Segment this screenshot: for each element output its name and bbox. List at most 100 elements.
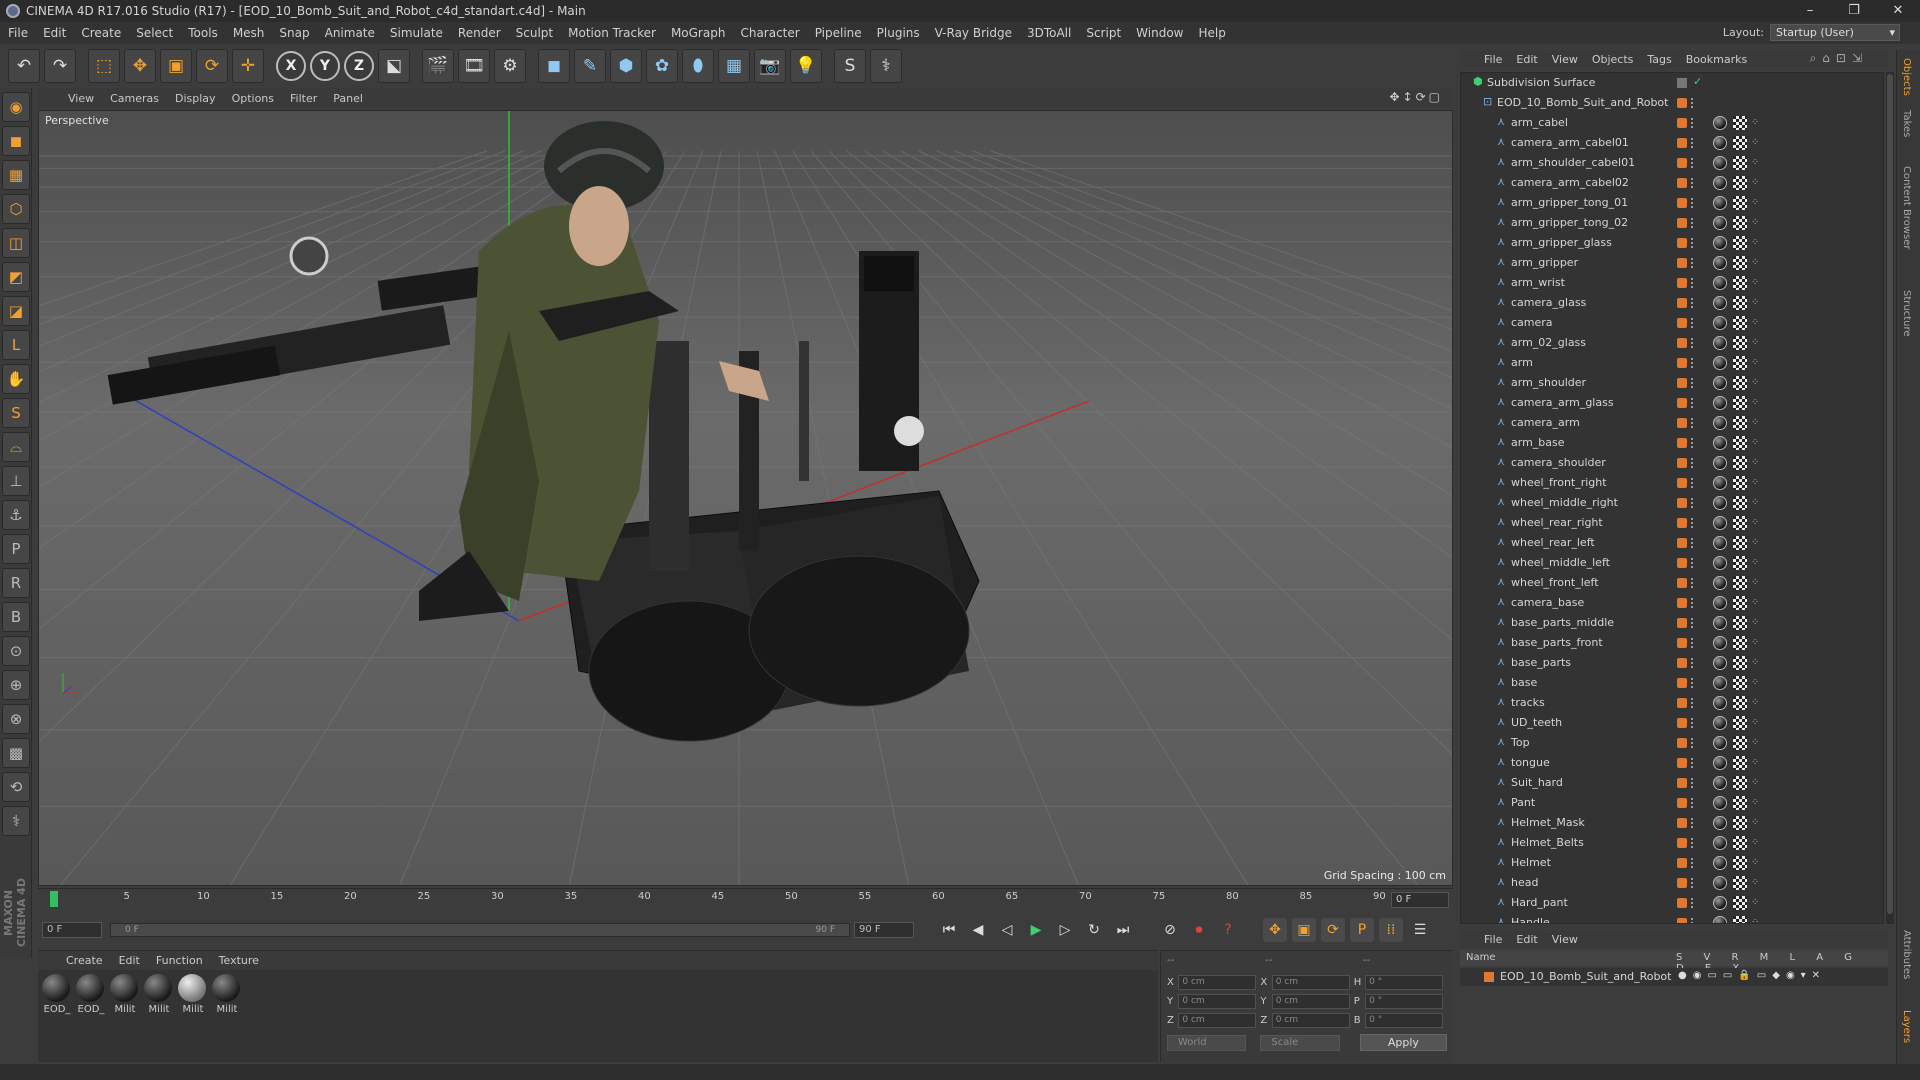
- material-tag-icon[interactable]: [1713, 856, 1727, 870]
- tool-button-20-icon[interactable]: ⟲: [2, 772, 30, 802]
- layer-color-icon[interactable]: [1677, 598, 1687, 608]
- tab-structure[interactable]: Structure: [1901, 290, 1912, 337]
- material-tag-icon[interactable]: [1713, 896, 1727, 910]
- floor-icon[interactable]: ▦: [718, 49, 750, 83]
- object-row[interactable]: ⋏ arm_cabel ⁘: [1461, 113, 1883, 133]
- redo-icon[interactable]: ↷: [44, 49, 76, 83]
- auto-key-icon[interactable]: ?: [1216, 918, 1240, 942]
- material-tag-icon[interactable]: [1713, 276, 1727, 290]
- menu-character[interactable]: Character: [740, 26, 799, 40]
- menu-mograph[interactable]: MoGraph: [671, 26, 726, 40]
- tab-takes[interactable]: Takes: [1901, 110, 1912, 137]
- visibility-dots-icon[interactable]: [1691, 138, 1695, 148]
- material-swatch[interactable]: Milit: [110, 974, 140, 1058]
- object-manager-tools[interactable]: ⌕⌂⊡⇲: [1810, 51, 1868, 66]
- visibility-dots-icon[interactable]: [1691, 918, 1695, 923]
- om-menu-bookmarks[interactable]: Bookmarks: [1686, 53, 1747, 66]
- render-view-icon[interactable]: 🎬: [422, 49, 454, 83]
- visibility-dots-icon[interactable]: [1691, 98, 1695, 108]
- object-row[interactable]: ⋏ camera_glass ⁘: [1461, 293, 1883, 313]
- phong-tag-icon[interactable]: ⁘: [1751, 697, 1759, 709]
- visibility-dots-icon[interactable]: [1691, 758, 1695, 768]
- next-frame-icon[interactable]: ▷: [1053, 918, 1077, 942]
- texture-tag-icon[interactable]: [1733, 596, 1747, 610]
- coords-mode-select[interactable]: World: [1167, 1034, 1247, 1051]
- texture-tag-icon[interactable]: [1733, 656, 1747, 670]
- texture-tag-icon[interactable]: [1733, 196, 1747, 210]
- object-row[interactable]: ⋏ base_parts_front ⁘: [1461, 633, 1883, 653]
- texture-tag-icon[interactable]: [1733, 816, 1747, 830]
- phong-tag-icon[interactable]: ⁘: [1751, 377, 1759, 389]
- tool-button-2-icon[interactable]: ▦: [2, 160, 30, 190]
- menu-select[interactable]: Select: [136, 26, 173, 40]
- key-position-icon[interactable]: ✥: [1263, 918, 1287, 942]
- tool-button-14-icon[interactable]: R: [2, 568, 30, 598]
- phong-tag-icon[interactable]: ⁘: [1751, 717, 1759, 729]
- layer-color-icon[interactable]: [1677, 678, 1687, 688]
- live-selection-icon[interactable]: ⬚: [88, 49, 120, 83]
- layer-color-icon[interactable]: [1677, 818, 1687, 828]
- object-row[interactable]: ⋏ Helmet_Belts ⁘: [1461, 833, 1883, 853]
- menu-simulate[interactable]: Simulate: [390, 26, 443, 40]
- visibility-dots-icon[interactable]: [1691, 118, 1695, 128]
- key-scale-icon[interactable]: ▣: [1292, 918, 1316, 942]
- phong-tag-icon[interactable]: ⁘: [1751, 757, 1759, 769]
- menu-file[interactable]: File: [8, 26, 28, 40]
- object-row[interactable]: ⋏ camera_arm_cabel01 ⁘: [1461, 133, 1883, 153]
- visibility-dots-icon[interactable]: [1691, 258, 1695, 268]
- layer-color-icon[interactable]: [1677, 378, 1687, 388]
- material-tag-icon[interactable]: [1713, 596, 1727, 610]
- tool-button-0-icon[interactable]: ◉: [2, 92, 30, 122]
- texture-tag-icon[interactable]: [1733, 216, 1747, 230]
- go-to-start-icon[interactable]: ⏮: [937, 918, 961, 942]
- texture-tag-icon[interactable]: [1733, 676, 1747, 690]
- object-row[interactable]: ⋏ arm_02_glass ⁘: [1461, 333, 1883, 353]
- menu-motion-tracker[interactable]: Motion Tracker: [568, 26, 656, 40]
- material-tag-icon[interactable]: [1713, 376, 1727, 390]
- material-tag-icon[interactable]: [1713, 156, 1727, 170]
- menu-v-ray-bridge[interactable]: V-Ray Bridge: [935, 26, 1012, 40]
- phong-tag-icon[interactable]: ⁘: [1751, 497, 1759, 509]
- material-tag-icon[interactable]: [1713, 696, 1727, 710]
- menu-create[interactable]: Create: [81, 26, 121, 40]
- material-tag-icon[interactable]: [1713, 296, 1727, 310]
- material-menu-create[interactable]: Create: [66, 954, 103, 967]
- timeline-menu-icon[interactable]: ☰: [1408, 918, 1432, 942]
- texture-tag-icon[interactable]: [1733, 636, 1747, 650]
- visibility-dots-icon[interactable]: [1691, 278, 1695, 288]
- phong-tag-icon[interactable]: ⁘: [1751, 337, 1759, 349]
- material-tag-icon[interactable]: [1713, 616, 1727, 630]
- tool-button-11-icon[interactable]: ⊥: [2, 466, 30, 496]
- phong-tag-icon[interactable]: ⁘: [1751, 737, 1759, 749]
- phong-tag-icon[interactable]: ⁘: [1751, 157, 1759, 169]
- coord-rot-field[interactable]: 0 °: [1365, 994, 1444, 1009]
- tool-button-5-icon[interactable]: ◩: [2, 262, 30, 292]
- layout-select[interactable]: Startup (User): [1770, 24, 1900, 41]
- layer-color-icon[interactable]: [1677, 298, 1687, 308]
- object-manager-scrollbar[interactable]: [1886, 72, 1894, 924]
- object-row[interactable]: ⋏ arm_shoulder ⁘: [1461, 373, 1883, 393]
- layer-color-icon[interactable]: [1677, 778, 1687, 788]
- visibility-dots-icon[interactable]: [1691, 678, 1695, 688]
- key-pla-icon[interactable]: ⁞⁞: [1379, 918, 1403, 942]
- layer-color-icon[interactable]: [1677, 838, 1687, 848]
- visibility-dots-icon[interactable]: [1691, 578, 1695, 588]
- material-tag-icon[interactable]: [1713, 256, 1727, 270]
- go-to-end-icon[interactable]: ⏭: [1111, 918, 1135, 942]
- material-tag-icon[interactable]: [1713, 576, 1727, 590]
- transform-icon[interactable]: ✛: [232, 49, 264, 83]
- material-tag-icon[interactable]: [1713, 216, 1727, 230]
- phong-tag-icon[interactable]: ⁘: [1751, 597, 1759, 609]
- tool-button-8-icon[interactable]: ✋: [2, 364, 30, 394]
- object-row[interactable]: ⋏ arm_wrist ⁘: [1461, 273, 1883, 293]
- object-row[interactable]: ⋏ base_parts_middle ⁘: [1461, 613, 1883, 633]
- phong-tag-icon[interactable]: ⁘: [1751, 397, 1759, 409]
- layer-color-icon[interactable]: [1677, 898, 1687, 908]
- visibility-dots-icon[interactable]: [1691, 318, 1695, 328]
- texture-tag-icon[interactable]: [1733, 336, 1747, 350]
- object-row[interactable]: ⋏ Pant ⁘: [1461, 793, 1883, 813]
- object-row[interactable]: ⋏ wheel_middle_left ⁘: [1461, 553, 1883, 573]
- object-row[interactable]: ⋏ tracks ⁘: [1461, 693, 1883, 713]
- layer-color-icon[interactable]: [1677, 918, 1687, 923]
- visibility-dots-icon[interactable]: [1691, 798, 1695, 808]
